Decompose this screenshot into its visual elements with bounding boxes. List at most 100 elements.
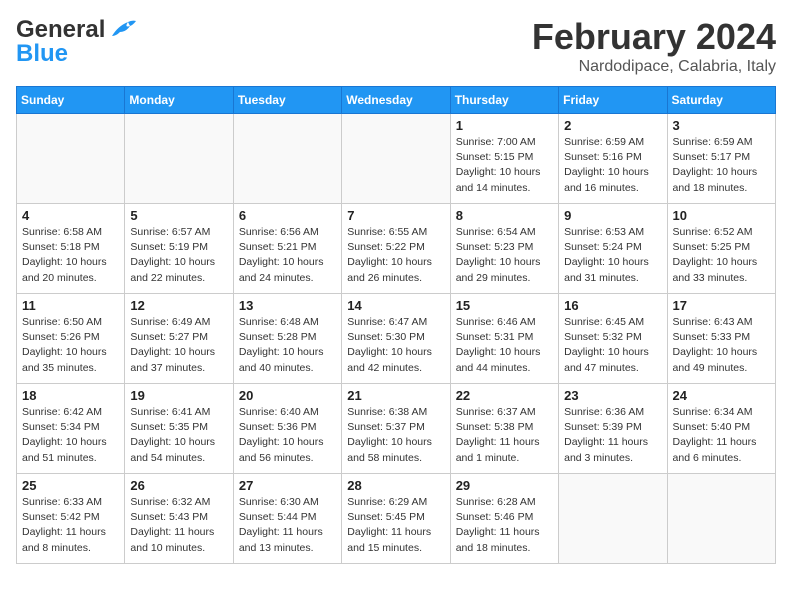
day-number: 4 (22, 208, 119, 223)
day-info: Sunrise: 6:30 AM Sunset: 5:44 PM Dayligh… (239, 495, 336, 556)
calendar-day-cell: 14 Sunrise: 6:47 AM Sunset: 5:30 PM Dayli… (342, 294, 450, 384)
day-of-week-header: Wednesday (342, 87, 450, 114)
calendar-day-cell: 15 Sunrise: 6:46 AM Sunset: 5:31 PM Dayli… (450, 294, 558, 384)
calendar-table: SundayMondayTuesdayWednesdayThursdayFrid… (16, 86, 776, 564)
calendar-week-row: 4 Sunrise: 6:58 AM Sunset: 5:18 PM Daylig… (17, 204, 776, 294)
day-number: 7 (347, 208, 444, 223)
day-number: 28 (347, 478, 444, 493)
calendar-title: February 2024 (532, 16, 776, 58)
day-number: 6 (239, 208, 336, 223)
day-number: 15 (456, 298, 553, 313)
logo-blue: Blue (16, 40, 68, 68)
day-number: 12 (130, 298, 227, 313)
day-info: Sunrise: 6:40 AM Sunset: 5:36 PM Dayligh… (239, 405, 336, 466)
calendar-day-cell: 16 Sunrise: 6:45 AM Sunset: 5:32 PM Dayli… (559, 294, 667, 384)
day-number: 20 (239, 388, 336, 403)
day-of-week-header: Thursday (450, 87, 558, 114)
day-number: 2 (564, 118, 661, 133)
calendar-day-cell (559, 474, 667, 564)
calendar-header-row: SundayMondayTuesdayWednesdayThursdayFrid… (17, 87, 776, 114)
calendar-day-cell: 23Sunrise: 6:36 AM Sunset: 5:39 PM Dayli… (559, 384, 667, 474)
calendar-day-cell: 2 Sunrise: 6:59 AM Sunset: 5:16 PM Daylig… (559, 114, 667, 204)
day-of-week-header: Monday (125, 87, 233, 114)
day-number: 5 (130, 208, 227, 223)
calendar-day-cell: 11Sunrise: 6:50 AM Sunset: 5:26 PM Dayli… (17, 294, 125, 384)
day-number: 25 (22, 478, 119, 493)
calendar-day-cell: 28 Sunrise: 6:29 AM Sunset: 5:45 PM Dayli… (342, 474, 450, 564)
calendar-subtitle: Nardodipace, Calabria, Italy (532, 58, 776, 76)
calendar-day-cell: 24 Sunrise: 6:34 AM Sunset: 5:40 PM Dayli… (667, 384, 775, 474)
day-info: Sunrise: 6:37 AM Sunset: 5:38 PM Dayligh… (456, 405, 553, 466)
calendar-day-cell: 5 Sunrise: 6:57 AM Sunset: 5:19 PM Daylig… (125, 204, 233, 294)
day-of-week-header: Sunday (17, 87, 125, 114)
day-info: Sunrise: 6:29 AM Sunset: 5:45 PM Dayligh… (347, 495, 444, 556)
calendar-day-cell: 13 Sunrise: 6:48 AM Sunset: 5:28 PM Dayli… (233, 294, 341, 384)
day-info: Sunrise: 6:52 AM Sunset: 5:25 PM Dayligh… (673, 225, 770, 286)
calendar-day-cell: 25 Sunrise: 6:33 AM Sunset: 5:42 PM Dayli… (17, 474, 125, 564)
day-number: 24 (673, 388, 770, 403)
day-info: Sunrise: 6:53 AM Sunset: 5:24 PM Dayligh… (564, 225, 661, 286)
day-info: Sunrise: 6:58 AM Sunset: 5:18 PM Dayligh… (22, 225, 119, 286)
calendar-day-cell: 18 Sunrise: 6:42 AM Sunset: 5:34 PM Dayli… (17, 384, 125, 474)
calendar-day-cell: 19Sunrise: 6:41 AM Sunset: 5:35 PM Dayli… (125, 384, 233, 474)
day-number: 13 (239, 298, 336, 313)
calendar-day-cell: 26Sunrise: 6:32 AM Sunset: 5:43 PM Dayli… (125, 474, 233, 564)
day-info: Sunrise: 6:43 AM Sunset: 5:33 PM Dayligh… (673, 315, 770, 376)
calendar-week-row: 1Sunrise: 7:00 AM Sunset: 5:15 PM Daylig… (17, 114, 776, 204)
day-info: Sunrise: 6:46 AM Sunset: 5:31 PM Dayligh… (456, 315, 553, 376)
day-number: 3 (673, 118, 770, 133)
calendar-week-row: 25 Sunrise: 6:33 AM Sunset: 5:42 PM Dayli… (17, 474, 776, 564)
day-info: Sunrise: 6:49 AM Sunset: 5:27 PM Dayligh… (130, 315, 227, 376)
day-info: Sunrise: 6:32 AM Sunset: 5:43 PM Dayligh… (130, 495, 227, 556)
day-number: 27 (239, 478, 336, 493)
day-number: 1 (456, 118, 553, 133)
day-info: Sunrise: 6:57 AM Sunset: 5:19 PM Dayligh… (130, 225, 227, 286)
header: General Blue February 2024 Nardodipace, … (16, 16, 776, 76)
day-info: Sunrise: 6:36 AM Sunset: 5:39 PM Dayligh… (564, 405, 661, 466)
calendar-week-row: 18 Sunrise: 6:42 AM Sunset: 5:34 PM Dayli… (17, 384, 776, 474)
day-number: 10 (673, 208, 770, 223)
calendar-day-cell: 10 Sunrise: 6:52 AM Sunset: 5:25 PM Dayli… (667, 204, 775, 294)
day-info: Sunrise: 6:45 AM Sunset: 5:32 PM Dayligh… (564, 315, 661, 376)
calendar-day-cell: 6 Sunrise: 6:56 AM Sunset: 5:21 PM Daylig… (233, 204, 341, 294)
logo: General Blue (16, 16, 136, 68)
day-number: 22 (456, 388, 553, 403)
day-info: Sunrise: 6:33 AM Sunset: 5:42 PM Dayligh… (22, 495, 119, 556)
day-number: 14 (347, 298, 444, 313)
day-number: 8 (456, 208, 553, 223)
calendar-day-cell: 1Sunrise: 7:00 AM Sunset: 5:15 PM Daylig… (450, 114, 558, 204)
calendar-day-cell (125, 114, 233, 204)
calendar-day-cell: 29Sunrise: 6:28 AM Sunset: 5:46 PM Dayli… (450, 474, 558, 564)
calendar-day-cell: 9 Sunrise: 6:53 AM Sunset: 5:24 PM Daylig… (559, 204, 667, 294)
day-info: Sunrise: 6:56 AM Sunset: 5:21 PM Dayligh… (239, 225, 336, 286)
logo-bird-icon (108, 18, 136, 40)
day-number: 16 (564, 298, 661, 313)
calendar-day-cell (233, 114, 341, 204)
day-info: Sunrise: 6:54 AM Sunset: 5:23 PM Dayligh… (456, 225, 553, 286)
day-info: Sunrise: 6:48 AM Sunset: 5:28 PM Dayligh… (239, 315, 336, 376)
day-info: Sunrise: 6:38 AM Sunset: 5:37 PM Dayligh… (347, 405, 444, 466)
day-info: Sunrise: 6:55 AM Sunset: 5:22 PM Dayligh… (347, 225, 444, 286)
calendar-day-cell: 27 Sunrise: 6:30 AM Sunset: 5:44 PM Dayli… (233, 474, 341, 564)
calendar-day-cell: 21 Sunrise: 6:38 AM Sunset: 5:37 PM Dayli… (342, 384, 450, 474)
day-number: 11 (22, 298, 119, 313)
day-number: 19 (130, 388, 227, 403)
day-of-week-header: Tuesday (233, 87, 341, 114)
calendar-week-row: 11Sunrise: 6:50 AM Sunset: 5:26 PM Dayli… (17, 294, 776, 384)
calendar-day-cell: 17Sunrise: 6:43 AM Sunset: 5:33 PM Dayli… (667, 294, 775, 384)
day-info: Sunrise: 6:42 AM Sunset: 5:34 PM Dayligh… (22, 405, 119, 466)
day-number: 9 (564, 208, 661, 223)
day-info: Sunrise: 6:59 AM Sunset: 5:16 PM Dayligh… (564, 135, 661, 196)
calendar-day-cell (342, 114, 450, 204)
calendar-day-cell: 12 Sunrise: 6:49 AM Sunset: 5:27 PM Dayli… (125, 294, 233, 384)
day-number: 18 (22, 388, 119, 403)
day-info: Sunrise: 6:34 AM Sunset: 5:40 PM Dayligh… (673, 405, 770, 466)
day-info: Sunrise: 6:28 AM Sunset: 5:46 PM Dayligh… (456, 495, 553, 556)
day-info: Sunrise: 6:47 AM Sunset: 5:30 PM Dayligh… (347, 315, 444, 376)
calendar-day-cell: 3Sunrise: 6:59 AM Sunset: 5:17 PM Daylig… (667, 114, 775, 204)
calendar-day-cell (17, 114, 125, 204)
calendar-day-cell (667, 474, 775, 564)
calendar-day-cell: 20 Sunrise: 6:40 AM Sunset: 5:36 PM Dayli… (233, 384, 341, 474)
day-number: 21 (347, 388, 444, 403)
day-of-week-header: Friday (559, 87, 667, 114)
